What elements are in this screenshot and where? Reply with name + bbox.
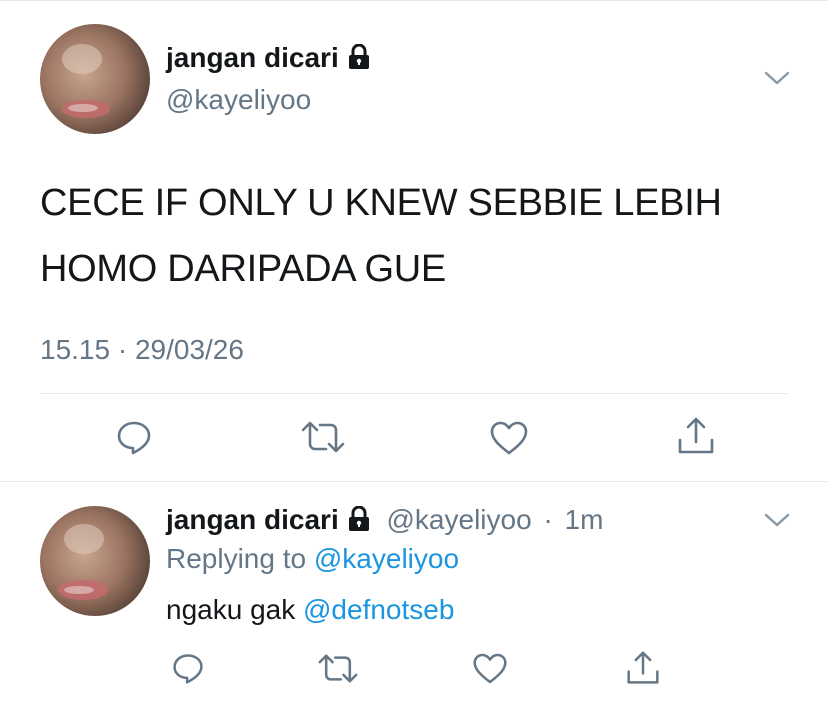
replying-to-label: Replying to <box>166 543 307 574</box>
top-border <box>0 0 828 1</box>
like-icon[interactable] <box>472 652 508 690</box>
tweet-text-line: CECE IF ONLY U KNEW SEBBIE LEBIH <box>40 182 722 224</box>
tweet-timestamp[interactable]: 15.15 · 29/03/26 <box>40 334 244 366</box>
lock-icon <box>347 43 371 77</box>
author-name[interactable]: jangan dicari <box>166 504 339 535</box>
share-icon[interactable] <box>677 416 715 461</box>
retweet-icon[interactable] <box>301 420 345 459</box>
author-handle[interactable]: @kayeliyoo <box>166 84 311 116</box>
share-icon[interactable] <box>626 650 660 691</box>
retweet-icon[interactable] <box>318 653 358 689</box>
tweet-text-line: HOMO DARIPADA GUE <box>40 248 446 290</box>
reply-author-line: jangan dicari @kayeliyoo · 1m <box>166 504 603 539</box>
chevron-down-icon[interactable] <box>764 512 790 533</box>
replying-to-mention[interactable]: @kayeliyoo <box>314 543 459 574</box>
like-icon[interactable] <box>489 420 529 461</box>
reply-icon[interactable] <box>171 651 205 690</box>
author-handle[interactable]: @kayeliyoo <box>387 504 532 535</box>
tweet-time-ago[interactable]: 1m <box>565 504 604 535</box>
author-name[interactable]: jangan dicari <box>166 42 371 77</box>
avatar[interactable] <box>40 24 150 134</box>
meta-separator: · <box>543 504 553 535</box>
tweet-separator <box>0 481 828 482</box>
lock-icon <box>347 505 371 539</box>
reply-icon[interactable] <box>115 418 153 461</box>
tweet-text: CECE IF ONLY U KNEW SEBBIE LEBIH HOMO DA… <box>40 170 800 302</box>
reply-text: ngaku gak @defnotseb <box>166 594 454 626</box>
reply-mention[interactable]: @defnotseb <box>303 594 454 625</box>
avatar[interactable] <box>40 506 150 616</box>
author-name-text: jangan dicari <box>166 42 339 73</box>
replying-to: Replying to @kayeliyoo <box>166 543 459 575</box>
chevron-down-icon[interactable] <box>764 70 790 91</box>
reply-text-body: ngaku gak <box>166 594 296 625</box>
divider <box>40 393 788 394</box>
